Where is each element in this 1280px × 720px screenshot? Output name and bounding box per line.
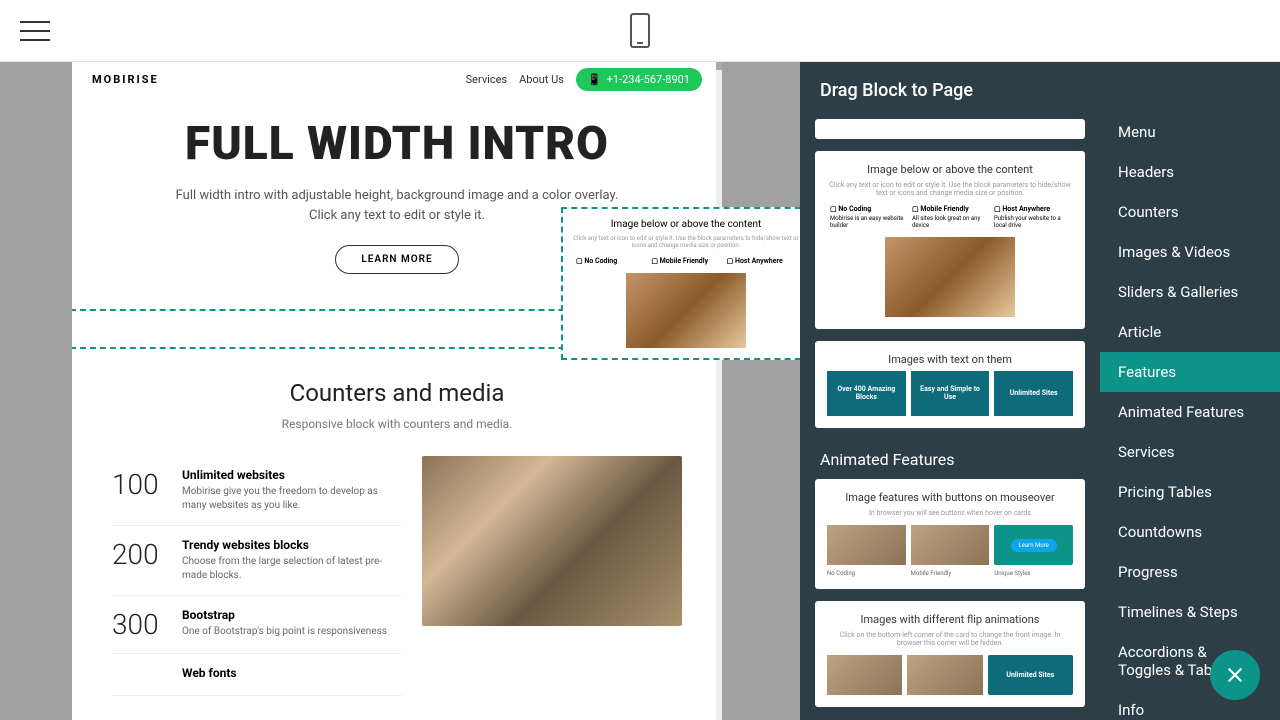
category-sliders-galleries[interactable]: Sliders & Galleries — [1100, 272, 1280, 312]
phone-number: +1-234-567-8901 — [607, 73, 690, 86]
counter-item[interactable]: 100 Unlimited websites Mobirise give you… — [112, 456, 402, 526]
counter-number[interactable]: 300 — [112, 608, 167, 641]
counter-number[interactable]: 200 — [112, 538, 167, 583]
counters-subtitle[interactable]: Responsive block with counters and media… — [92, 417, 702, 431]
blocks-list[interactable]: Image below or above the contentClick an… — [800, 119, 1100, 720]
nav-link-services[interactable]: Services — [466, 73, 507, 86]
counter-item-title[interactable]: Web fonts — [182, 666, 237, 680]
hamburger-icon[interactable] — [20, 21, 50, 41]
close-panel-button[interactable] — [1210, 650, 1260, 700]
block-card[interactable]: Image features with buttons on mouseover… — [815, 479, 1085, 589]
nav-link-about[interactable]: About Us — [519, 73, 564, 86]
main-area: MOBIRISE Services About Us 📱 +1-234-567-… — [0, 62, 1280, 720]
category-images-videos[interactable]: Images & Videos — [1100, 232, 1280, 272]
counter-item[interactable]: 200 Trendy websites blocks Choose from t… — [112, 526, 402, 596]
category-animated-features[interactable]: Animated Features — [1100, 392, 1280, 432]
category-services[interactable]: Services — [1100, 432, 1280, 472]
category-menu[interactable]: Menu — [1100, 112, 1280, 152]
counters-title[interactable]: Counters and media — [92, 379, 702, 407]
hero-subtitle[interactable]: Full width intro with adjustable height,… — [167, 186, 627, 225]
counter-number[interactable] — [112, 666, 167, 683]
counter-item-desc[interactable]: One of Bootstrap's big point is responsi… — [182, 625, 387, 639]
category-progress[interactable]: Progress — [1100, 552, 1280, 592]
page-navbar: MOBIRISE Services About Us 📱 +1-234-567-… — [72, 62, 722, 97]
counters-media-image[interactable] — [422, 456, 682, 626]
category-pricing-tables[interactable]: Pricing Tables — [1100, 472, 1280, 512]
canvas-area[interactable]: MOBIRISE Services About Us 📱 +1-234-567-… — [0, 62, 800, 720]
top-toolbar — [0, 0, 1280, 62]
canvas-scrollbar[interactable] — [716, 62, 722, 720]
mobile-preview-icon[interactable] — [630, 13, 650, 48]
ghost-title: Image below or above the content — [573, 219, 799, 230]
panel-title: Drag Block to Page — [800, 62, 1100, 119]
category-headers[interactable]: Headers — [1100, 152, 1280, 192]
block-card[interactable]: Images with different flip animationsCli… — [815, 601, 1085, 707]
brand-text[interactable]: MOBIRISE — [92, 73, 159, 86]
counter-number[interactable]: 100 — [112, 468, 167, 513]
counter-item-desc[interactable]: Choose from the large selection of lates… — [182, 555, 402, 583]
phone-button[interactable]: 📱 +1-234-567-8901 — [576, 68, 702, 91]
page-canvas[interactable]: MOBIRISE Services About Us 📱 +1-234-567-… — [72, 62, 722, 720]
counter-item-title[interactable]: Bootstrap — [182, 608, 387, 622]
hero-title[interactable]: FULL WIDTH INTRO — [102, 117, 692, 171]
ghost-subtitle: Click any text or icon to edit or style … — [573, 235, 799, 249]
category-info[interactable]: Info — [1100, 690, 1280, 720]
counter-item[interactable]: Web fonts — [112, 654, 402, 696]
blocks-panel: Drag Block to Page Image below or above … — [800, 62, 1280, 720]
block-section-label: Animated Features — [815, 440, 1085, 479]
counter-item[interactable]: 300 Bootstrap One of Bootstrap's big poi… — [112, 596, 402, 654]
counter-item-desc[interactable]: Mobirise give you the freedom to develop… — [182, 485, 402, 513]
category-features[interactable]: Features — [1100, 352, 1280, 392]
block-card[interactable]: Images with text on them Over 400 Amazin… — [815, 341, 1085, 428]
category-article[interactable]: Article — [1100, 312, 1280, 352]
counter-item-title[interactable]: Trendy websites blocks — [182, 538, 402, 552]
category-countdowns[interactable]: Countdowns — [1100, 512, 1280, 552]
drag-ghost-preview: Image below or above the content Click a… — [561, 207, 800, 360]
counters-block[interactable]: Counters and media Responsive block with… — [72, 349, 722, 720]
phone-icon: 📱 — [588, 73, 602, 86]
ghost-image — [626, 273, 746, 348]
block-card[interactable]: Image below or above the contentClick an… — [815, 151, 1085, 329]
counter-item-title[interactable]: Unlimited websites — [182, 468, 402, 482]
categories-list[interactable]: MenuHeadersCountersImages & VideosSlider… — [1100, 62, 1280, 720]
learn-more-button[interactable]: LEARN MORE — [335, 245, 458, 274]
category-counters[interactable]: Counters — [1100, 192, 1280, 232]
category-timelines-steps[interactable]: Timelines & Steps — [1100, 592, 1280, 632]
